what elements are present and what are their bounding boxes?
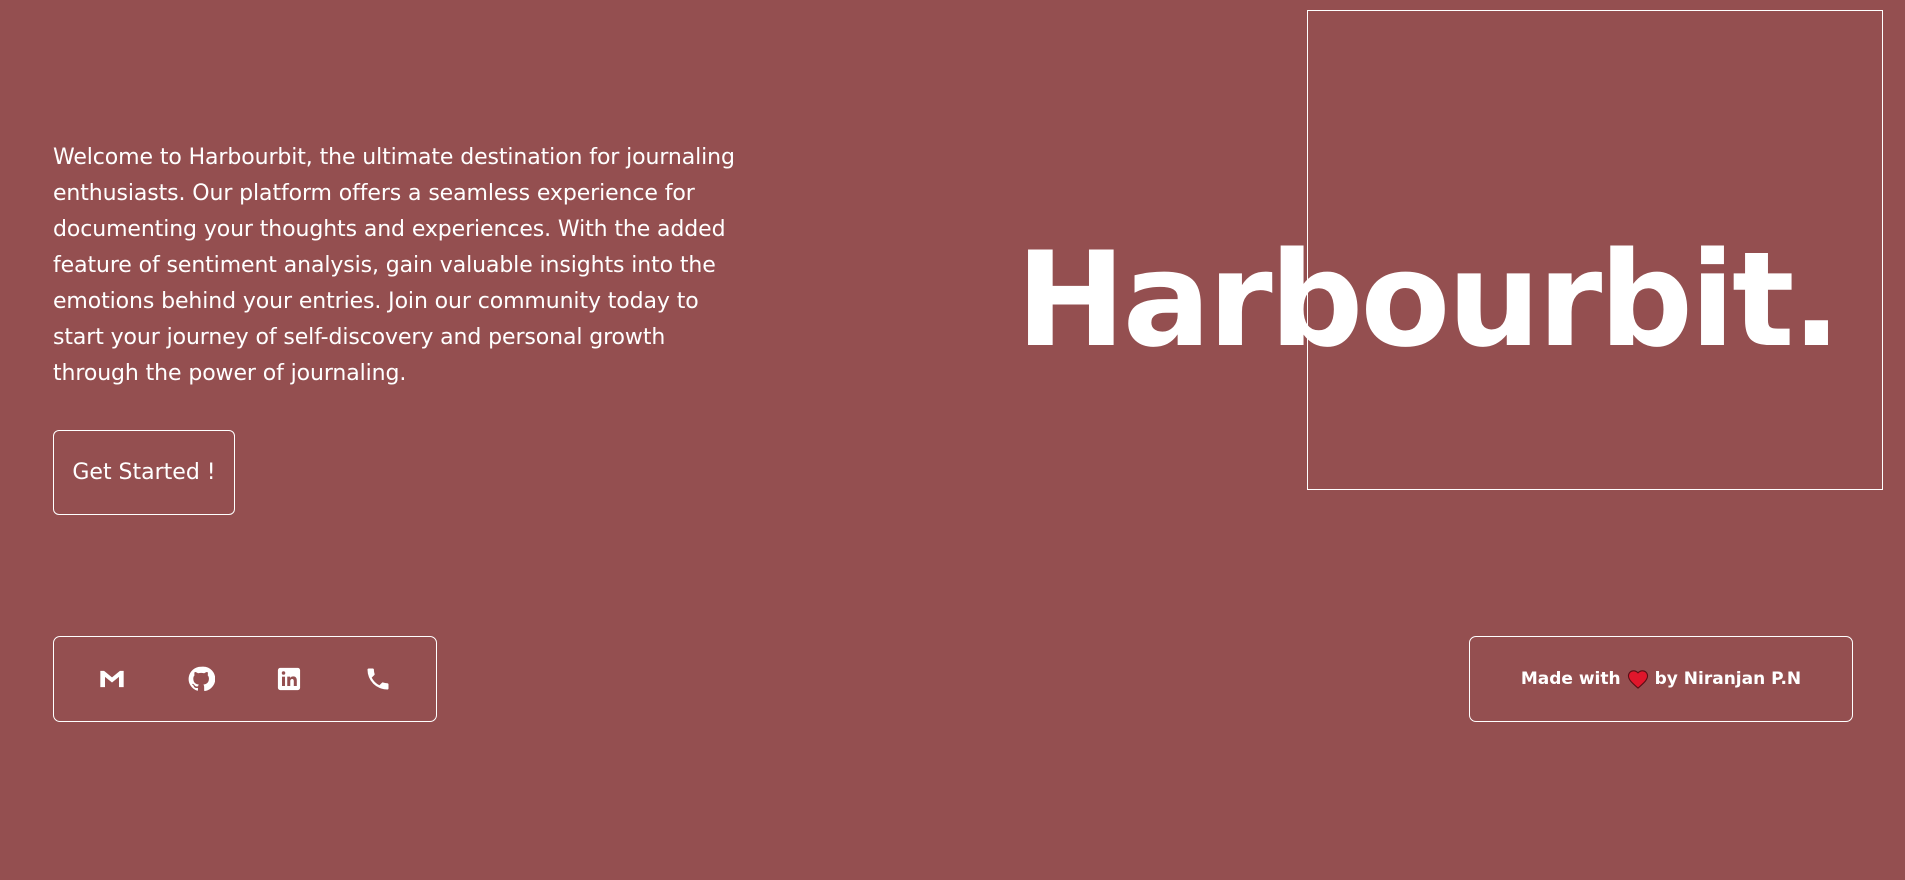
intro-paragraph: Welcome to Harbourbit, the ultimate dest…	[53, 145, 735, 386]
linkedin-icon[interactable]	[269, 659, 309, 699]
github-icon[interactable]	[181, 659, 221, 699]
gmail-icon[interactable]	[92, 659, 132, 699]
landing-page: Welcome to Harbourbit, the ultimate dest…	[0, 0, 1905, 880]
author-text: by Niranjan P.N	[1654, 669, 1802, 689]
credit-badge: Made with by Niranjan P.N	[1469, 636, 1853, 722]
phone-icon[interactable]	[358, 659, 398, 699]
made-with-text: Made with	[1520, 669, 1621, 689]
social-links-bar	[53, 636, 437, 722]
brand-title: Harbourbit.	[1016, 223, 1841, 376]
get-started-button[interactable]: Get Started !	[53, 430, 235, 515]
heart-icon	[1627, 669, 1649, 689]
